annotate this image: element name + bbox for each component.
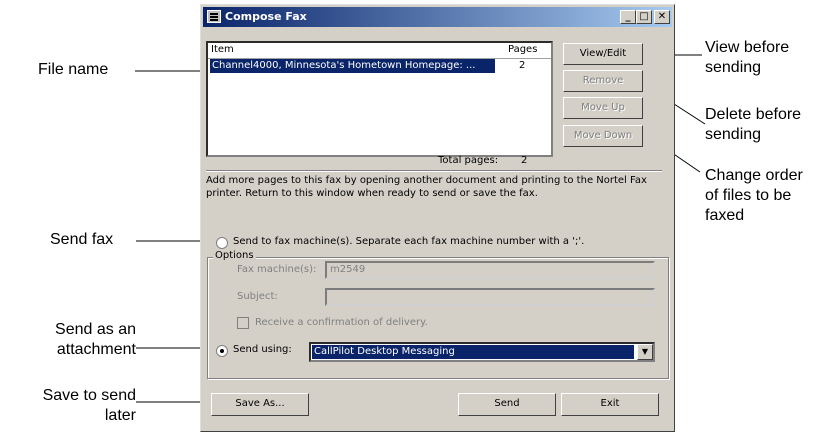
exit-button[interactable]: Exit	[561, 393, 659, 416]
compose-fax-window: Compose Fax _ □ ✕ Item Pages Channel4000…	[200, 4, 675, 432]
fax-machines-input[interactable]: m2549	[325, 261, 655, 279]
window-title: Compose Fax	[225, 10, 307, 23]
send-using-selected: CallPilot Desktop Messaging	[312, 345, 634, 359]
close-button[interactable]: ✕	[654, 10, 670, 24]
send-using-dropdown[interactable]: CallPilot Desktop Messaging ▼	[309, 342, 655, 362]
receive-confirmation-checkbox[interactable]	[237, 317, 249, 329]
send-button[interactable]: Send	[458, 393, 556, 416]
callout-save-later-line1: Save to send	[42, 387, 136, 404]
close-icon: ✕	[657, 11, 667, 22]
fax-icon	[207, 10, 221, 23]
callout-delete-before-line1: Delete before	[705, 106, 802, 123]
receive-confirmation-label[interactable]: Receive a confirmation of delivery.	[255, 317, 428, 328]
callout-change-order-line2: of files to be	[705, 187, 792, 204]
send-using-label[interactable]: Send using:	[233, 344, 292, 355]
info-text: Add more pages to this fax by opening an…	[206, 170, 662, 206]
move-up-button[interactable]: Move Up	[563, 97, 643, 119]
callout-send-fax: Send fax	[50, 231, 114, 248]
view-edit-button[interactable]: View/Edit	[563, 43, 643, 65]
fax-machines-label: Fax machine(s):	[237, 264, 317, 275]
subject-label: Subject:	[237, 291, 278, 302]
send-using-radio[interactable]	[216, 345, 228, 357]
callout-send-attachment-line1: Send as an	[55, 321, 136, 338]
callout-change-order-line1: Change order	[705, 167, 803, 184]
callout-delete-before: Delete before sending	[705, 105, 801, 145]
total-pages-label: Total pages:	[438, 155, 499, 166]
list-header: Item Pages	[208, 43, 551, 59]
callout-view-before-line1: View before	[705, 39, 790, 56]
minimize-icon: _	[625, 11, 631, 22]
title-bar[interactable]: Compose Fax _ □ ✕	[203, 7, 672, 27]
info-line-2: printer. Return to this window when read…	[206, 188, 538, 199]
list-item[interactable]: Channel4000, Minnesota's Hometown Homepa…	[210, 59, 495, 73]
remove-button[interactable]: Remove	[563, 70, 643, 92]
column-header-pages[interactable]: Pages	[508, 44, 537, 55]
callout-save-later-line2: later	[104, 407, 136, 424]
save-as-button[interactable]: Save As...	[211, 393, 309, 416]
maximize-button[interactable]: □	[636, 10, 652, 24]
file-list[interactable]: Item Pages Channel4000, Minnesota's Home…	[206, 41, 553, 157]
options-group-label: Options	[213, 250, 256, 261]
callout-save-later: Save to send later	[0, 386, 136, 426]
maximize-icon: □	[639, 11, 649, 22]
callout-file-name: File name	[38, 61, 109, 78]
list-item-pages: 2	[519, 60, 526, 71]
move-down-button[interactable]: Move Down	[563, 125, 643, 147]
info-line-1: Add more pages to this fax by opening an…	[206, 175, 647, 186]
callout-view-before: View before sending	[705, 38, 789, 78]
callout-change-order: Change order of files to be faxed	[705, 166, 803, 226]
total-pages-value: 2	[521, 155, 528, 166]
callout-send-attachment-line2: attachment	[56, 341, 136, 358]
subject-input[interactable]	[325, 288, 655, 306]
callout-change-order-line3: faxed	[705, 207, 745, 224]
minimize-button[interactable]: _	[620, 10, 636, 24]
column-header-item[interactable]: Item	[211, 44, 234, 55]
callout-view-before-line2: sending	[705, 59, 762, 76]
send-fax-label[interactable]: Send to fax machine(s). Separate each fa…	[233, 236, 584, 247]
callout-send-attachment: Send as an attachment	[30, 320, 136, 360]
send-fax-radio[interactable]	[216, 237, 228, 249]
callout-delete-before-line2: sending	[705, 126, 762, 143]
chevron-down-icon[interactable]: ▼	[637, 344, 653, 360]
list-item-name: Channel4000, Minnesota's Hometown Homepa…	[212, 60, 476, 71]
